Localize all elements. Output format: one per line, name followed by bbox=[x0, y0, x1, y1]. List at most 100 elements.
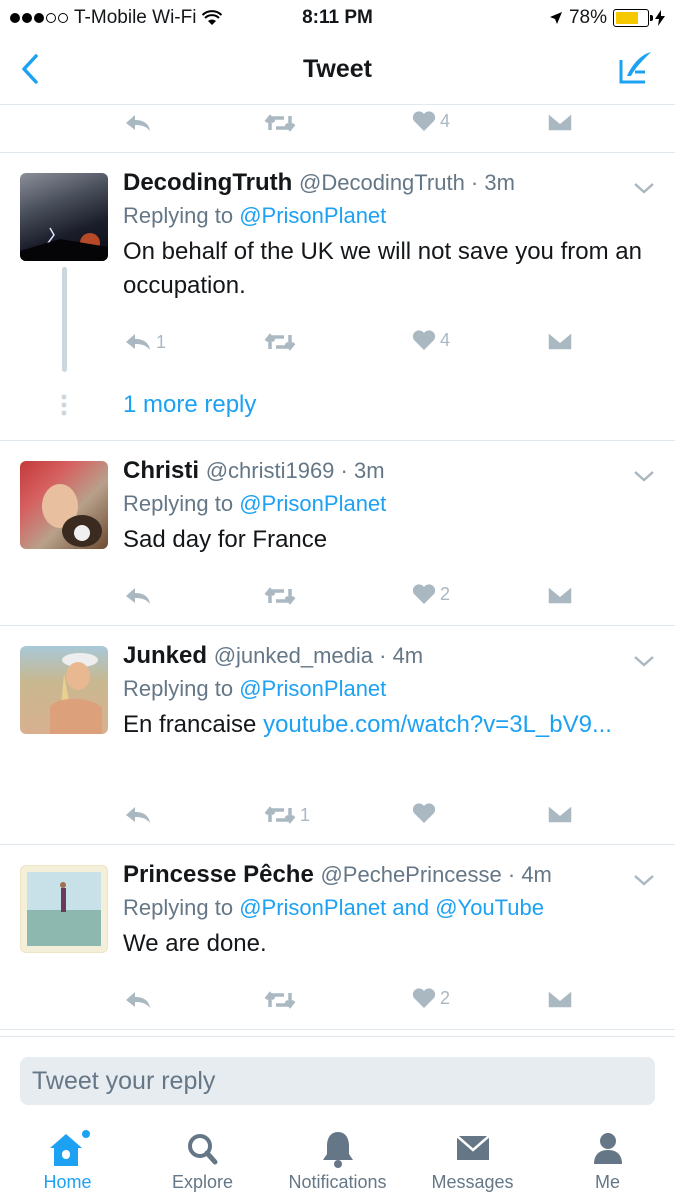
tweet-text: We are done. bbox=[123, 930, 267, 957]
mention-link[interactable]: @PrisonPlanet bbox=[239, 676, 386, 701]
avatar[interactable] bbox=[20, 865, 108, 953]
location-arrow-icon bbox=[549, 12, 562, 24]
chevron-down-icon[interactable] bbox=[633, 873, 655, 887]
reply-button[interactable]: 1 bbox=[124, 331, 166, 353]
avatar[interactable] bbox=[20, 173, 108, 261]
like-button[interactable]: 4 bbox=[412, 329, 450, 351]
tweet-text: Sad day for France bbox=[123, 526, 328, 553]
handle-time: @DecodingTruth · 3m bbox=[299, 170, 515, 195]
tweet-text: En francaise youtube.com/watch?v=3L_bV9.… bbox=[123, 708, 645, 742]
reply-composer: Tweet your reply bbox=[0, 1036, 675, 1119]
tweet-header: Junked @junked_media · 4m bbox=[123, 642, 645, 670]
replying-label: Replying to bbox=[123, 895, 234, 920]
search-icon bbox=[187, 1134, 217, 1165]
tweet-princesse-peche[interactable]: Princesse Pêche @PechePrincesse · 4m Rep… bbox=[0, 844, 675, 1030]
replying-to: Replying to @PrisonPlanet bbox=[123, 676, 645, 702]
compose-icon[interactable] bbox=[615, 48, 655, 88]
retweet-icon[interactable] bbox=[264, 112, 296, 134]
replying-label: Replying to bbox=[123, 676, 234, 701]
tweet-actions: 1 4 bbox=[0, 327, 675, 367]
tab-explore[interactable]: Explore bbox=[135, 1128, 270, 1193]
dm-button[interactable] bbox=[547, 585, 573, 605]
like-count: 2 bbox=[440, 987, 451, 1008]
status-bar: T-Mobile Wi-Fi 8:11 PM 78% bbox=[0, 0, 675, 36]
bell-icon bbox=[322, 1132, 353, 1168]
replying-to: Replying to @PrisonPlanet and @YouTube bbox=[123, 895, 645, 921]
tweet-actions: 2 bbox=[0, 581, 675, 621]
dm-icon[interactable] bbox=[547, 112, 573, 132]
like-button[interactable]: 4 bbox=[412, 110, 450, 132]
tab-label: Messages bbox=[431, 1172, 514, 1192]
tab-me[interactable]: Me bbox=[540, 1128, 675, 1193]
handle-time: @christi1969 · 3m bbox=[205, 458, 385, 483]
thread-dots-icon bbox=[61, 394, 67, 416]
chevron-down-icon[interactable] bbox=[633, 469, 655, 483]
mention-link[interactable]: @PrisonPlanet bbox=[239, 491, 386, 516]
tweet-junked[interactable]: Junked @junked_media · 4m Replying to @P… bbox=[0, 625, 675, 844]
tab-notifications[interactable]: Notifications bbox=[270, 1128, 405, 1193]
replying-to: Replying to @PrisonPlanet bbox=[123, 203, 645, 229]
tab-label: Me bbox=[594, 1172, 620, 1192]
person-icon bbox=[593, 1133, 622, 1164]
like-button[interactable]: 2 bbox=[412, 583, 450, 605]
display-name[interactable]: DecodingTruth bbox=[123, 169, 292, 196]
tweet-header: Christi @christi1969 · 3m bbox=[123, 457, 645, 485]
tweet-header: Princesse Pêche @PechePrincesse · 4m bbox=[123, 861, 645, 889]
mention-link[interactable]: @PrisonPlanet and @YouTube bbox=[239, 895, 544, 920]
tweet-header: DecodingTruth @DecodingTruth · 3m bbox=[123, 169, 645, 197]
nav-bar: Tweet bbox=[0, 36, 675, 105]
battery-group: 78% bbox=[549, 7, 665, 29]
dm-button[interactable] bbox=[547, 331, 573, 351]
tweet-actions: 2 bbox=[0, 985, 675, 1025]
battery-percent: 78% bbox=[568, 7, 607, 28]
tweet-actions: 1 bbox=[0, 800, 675, 840]
tab-label: Explore bbox=[171, 1172, 234, 1192]
tweet-text: On behalf of the UK we will not save you… bbox=[123, 238, 642, 299]
more-replies-link[interactable]: 1 more reply bbox=[123, 391, 256, 419]
dm-button[interactable] bbox=[547, 989, 573, 1009]
avatar[interactable] bbox=[20, 461, 108, 549]
display-name[interactable]: Christi bbox=[123, 457, 199, 484]
retweet-button[interactable] bbox=[264, 989, 296, 1011]
chevron-down-icon[interactable] bbox=[633, 654, 655, 668]
youtube-link[interactable]: youtube.com/watch?v=3L_bV9... bbox=[263, 711, 612, 738]
chevron-down-icon[interactable] bbox=[633, 181, 655, 195]
retweet-button[interactable] bbox=[264, 585, 296, 607]
retweet-count: 1 bbox=[300, 804, 311, 825]
like-button[interactable]: 2 bbox=[412, 987, 450, 1009]
handle-time: @junked_media · 4m bbox=[213, 643, 424, 668]
retweet-button[interactable] bbox=[264, 331, 296, 353]
dm-button[interactable] bbox=[547, 804, 573, 824]
retweet-button[interactable]: 1 bbox=[264, 804, 310, 826]
tab-messages[interactable]: Messages bbox=[405, 1128, 540, 1193]
tab-home[interactable]: Home bbox=[0, 1128, 135, 1193]
reply-feed: 4 DecodingTruth @DecodingTruth · 3m Repl… bbox=[0, 104, 675, 1030]
like-count: 4 bbox=[440, 110, 451, 131]
replying-label: Replying to bbox=[123, 203, 234, 228]
avatar[interactable] bbox=[20, 646, 108, 734]
tab-bar: Home Explore Notifications Messages Me bbox=[0, 1118, 675, 1200]
top-action-row: 4 bbox=[0, 104, 675, 152]
replying-label: Replying to bbox=[123, 491, 234, 516]
reply-button[interactable] bbox=[124, 804, 156, 826]
mention-link[interactable]: @PrisonPlanet bbox=[239, 203, 386, 228]
reply-input[interactable]: Tweet your reply bbox=[20, 1057, 655, 1105]
battery-fill bbox=[616, 12, 638, 24]
display-name[interactable]: Junked bbox=[123, 642, 207, 669]
like-count: 2 bbox=[440, 583, 451, 604]
like-count: 4 bbox=[440, 329, 451, 350]
battery-icon bbox=[613, 9, 653, 27]
display-name[interactable]: Princesse Pêche bbox=[123, 861, 314, 888]
tab-label: Notifications bbox=[288, 1172, 387, 1192]
page-title: Tweet bbox=[303, 55, 372, 83]
reply-button[interactable] bbox=[124, 989, 156, 1011]
tweet-text-body: En francaise bbox=[123, 711, 257, 738]
tweet-decodingtruth[interactable]: DecodingTruth @DecodingTruth · 3m Replyi… bbox=[0, 152, 675, 440]
tweet-christi[interactable]: Christi @christi1969 · 3m Replying to @P… bbox=[0, 440, 675, 625]
reply-button[interactable] bbox=[124, 585, 156, 607]
envelope-icon bbox=[455, 1135, 490, 1160]
reply-icon[interactable] bbox=[124, 112, 152, 134]
handle-time: @PechePrincesse · 4m bbox=[320, 862, 552, 887]
tab-label: Home bbox=[43, 1172, 92, 1192]
like-button[interactable] bbox=[412, 802, 440, 824]
